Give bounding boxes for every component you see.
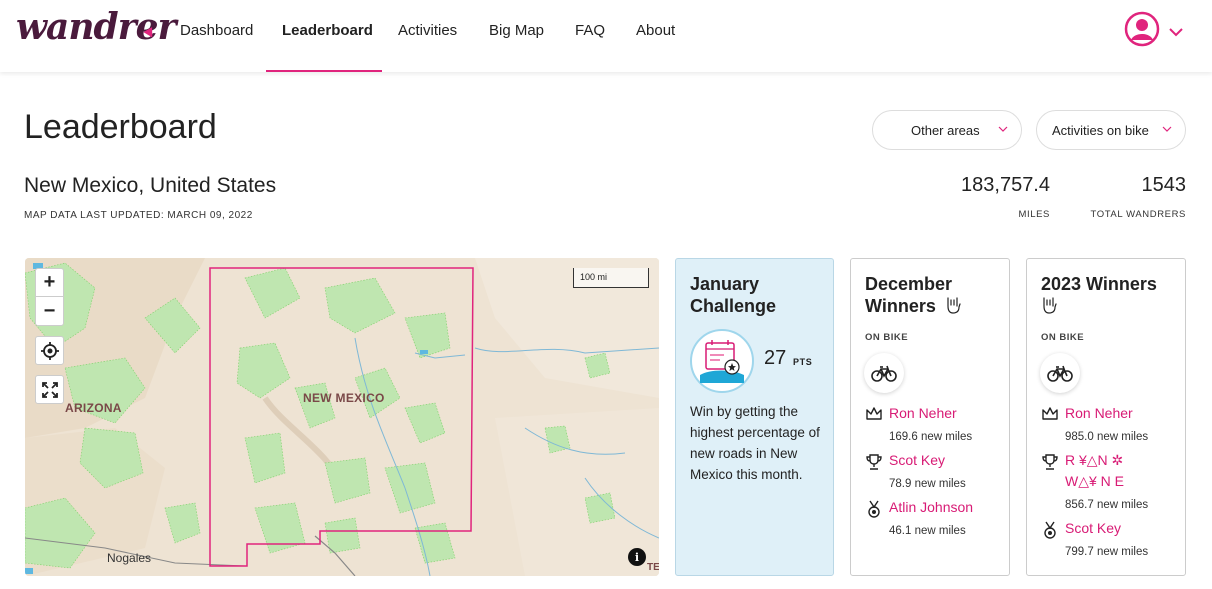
year-category: ON BIKE [1041,332,1085,343]
top-nav: wandrer Dashboard Leaderboard Activities… [0,0,1212,72]
miles-stat: 183,757.4 [961,174,1050,196]
crown-icon [866,407,882,420]
miles-label: MILES [1018,209,1050,220]
page-title: Leaderboard [24,108,217,146]
region-name: New Mexico, United States [24,174,277,197]
info-icon[interactable]: i [628,548,646,566]
winner-name[interactable]: Atlin Johnson [889,499,973,515]
nav-faq[interactable]: FAQ [575,22,605,39]
bicycle-icon [871,365,897,382]
nav-activities[interactable]: Activities [398,22,457,39]
winner-name[interactable]: Ron Neher [889,405,957,421]
trophy-icon [866,454,882,470]
other-areas-dropdown[interactable]: Other areas [872,110,1022,150]
challenge-badge [690,329,754,393]
winner-miles: 856.7 new miles [1065,499,1149,511]
map-terrain [25,258,659,576]
year-title: 2023 Winners [1041,273,1181,317]
city-label: Nogales [107,551,152,565]
rock-hand-icon [947,297,961,314]
calendar-star-icon [700,340,744,383]
fullscreen-button[interactable] [35,375,64,404]
winner-miles: 985.0 new miles [1065,431,1149,443]
winner-name[interactable]: Ron Neher [1065,405,1133,421]
zoom-in-button[interactable]: + [36,269,63,297]
january-challenge-card: January Challenge 27 PTS Win by getting … [675,258,834,576]
challenge-title: January Challenge [690,274,777,316]
bicycle-icon [1047,365,1073,382]
nav-leaderboard[interactable]: Leaderboard [282,22,373,39]
winner-name-line1[interactable]: R ¥△N ✲ [1065,452,1123,469]
challenge-points: 27 [764,347,787,369]
activity-type-label: Activities on bike [1052,122,1149,138]
december-title: December Winners [865,273,1005,317]
winner-name-line2[interactable]: W△¥ N E [1065,473,1124,490]
bike-badge [1040,353,1080,393]
fullscreen-icon [41,381,58,398]
other-areas-label: Other areas [911,122,980,138]
winner-name[interactable]: Scot Key [1065,520,1121,536]
trophy-icon [1042,454,1058,470]
nav-dashboard[interactable]: Dashboard [180,22,253,39]
crown-icon [1042,407,1058,420]
locate-icon [40,341,59,360]
medal-icon [868,500,880,518]
map-scale: 100 mi [573,268,649,288]
activity-type-dropdown[interactable]: Activities on bike [1036,110,1186,150]
zoom-controls: + − [35,268,64,326]
wandrers-stat: 1543 [1141,174,1187,196]
edge-state-label: TE [647,562,659,573]
chevron-down-icon [998,126,1008,132]
state-label: NEW MEXICO [303,391,385,405]
december-title-text: December Winners [865,274,953,316]
challenge-points-label: PTS [793,357,813,367]
winner-miles: 78.9 new miles [889,478,966,490]
zoom-out-button[interactable]: − [36,297,63,325]
nav-about[interactable]: About [636,22,675,39]
wandrers-label: TOTAL WANDRERS [1090,209,1186,220]
user-circle-icon[interactable] [1124,11,1160,47]
locate-button[interactable] [35,336,64,365]
medal-icon [1044,521,1056,539]
bike-badge [864,353,904,393]
active-tab-indicator [266,70,382,72]
neighbor-state-label: ARIZONA [65,401,122,415]
winner-miles: 799.7 new miles [1065,546,1149,558]
nav-big-map[interactable]: Big Map [489,22,544,39]
winner-miles: 46.1 new miles [889,525,966,537]
december-winners-card: December Winners ON BIKE Ron Neher 169.6… [850,258,1010,576]
winner-miles: 169.6 new miles [889,431,973,443]
region-map[interactable]: + − 100 mi NEW MEXICO ARIZONA Nogales i … [25,258,659,576]
december-category: ON BIKE [865,332,909,343]
year-winners-card: 2023 Winners ON BIKE Ron Neher 985.0 new… [1026,258,1186,576]
chevron-down-icon [1162,126,1172,132]
year-title-text: 2023 Winners [1041,274,1157,294]
chevron-down-icon[interactable] [1168,24,1184,40]
last-updated: MAP DATA LAST UPDATED: MARCH 09, 2022 [24,210,253,221]
challenge-description: Win by getting the highest percentage of… [690,404,820,482]
rock-hand-icon [1043,297,1057,314]
winner-name[interactable]: Scot Key [889,452,945,468]
